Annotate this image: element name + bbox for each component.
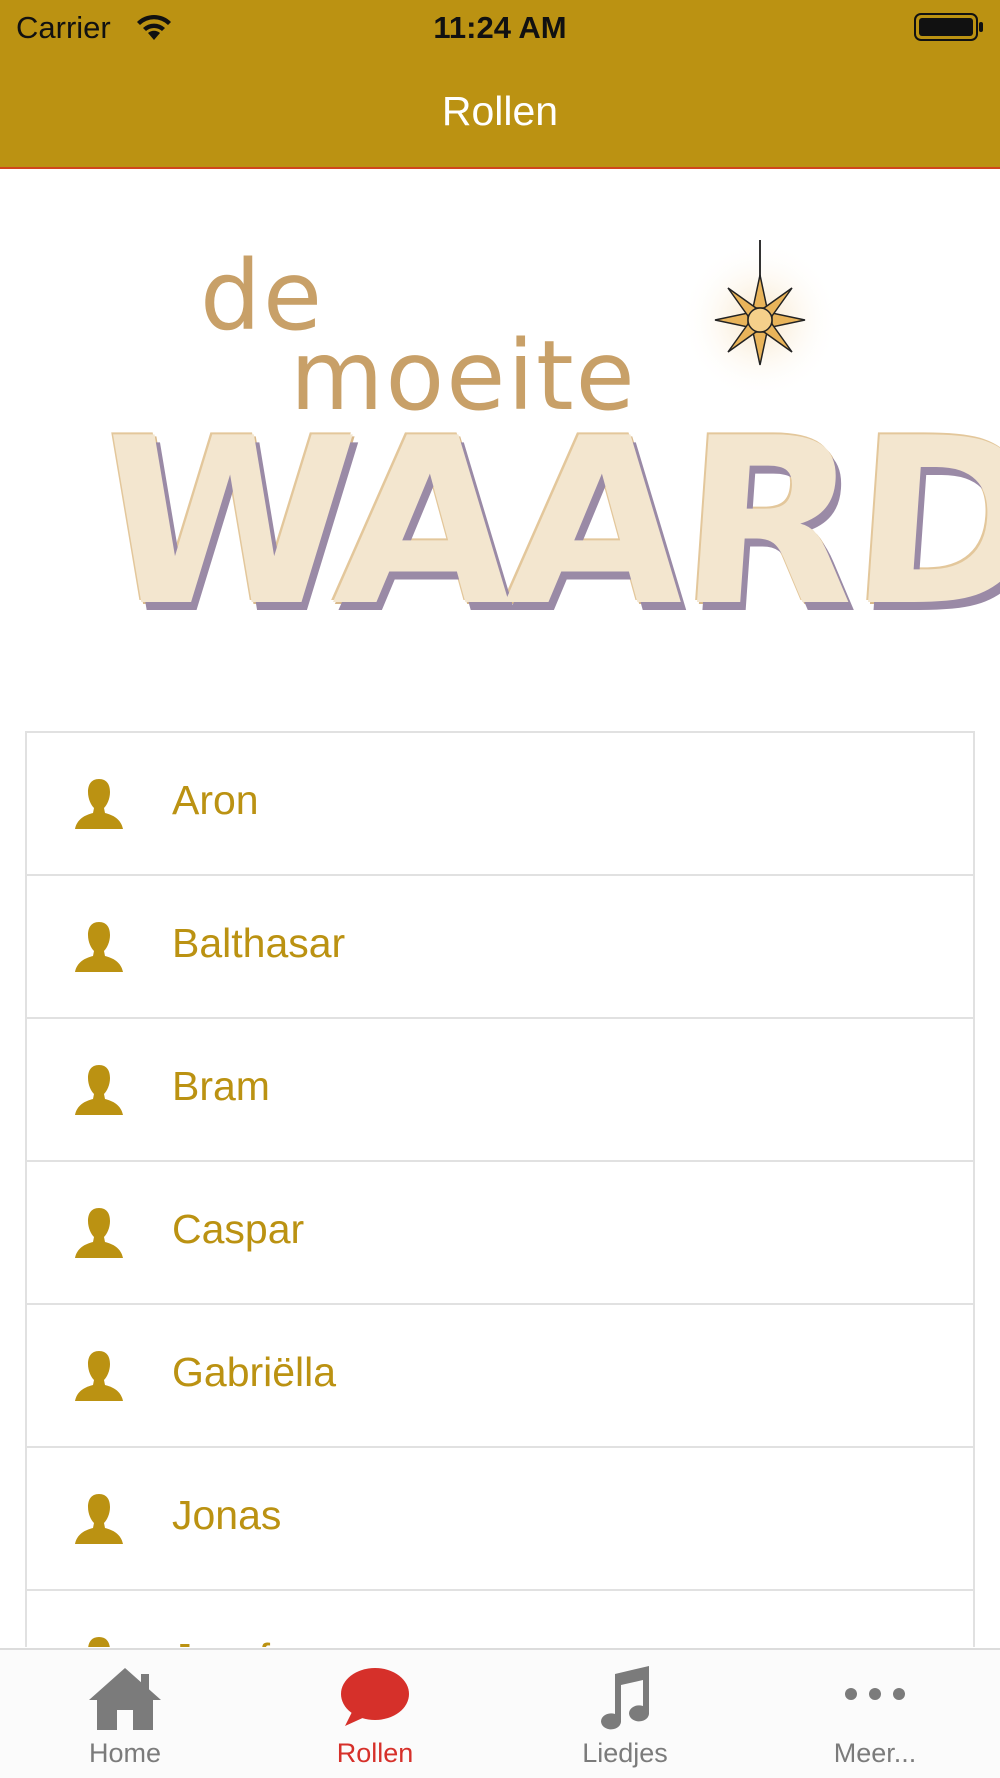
role-row[interactable]: Jonas — [27, 1448, 973, 1591]
star-icon — [680, 240, 840, 390]
role-name: Bram — [172, 1063, 270, 1109]
tab-home[interactable]: Home — [0, 1650, 250, 1778]
status-bar: Carrier 11:24 AM — [0, 0, 1000, 56]
person-icon — [71, 775, 127, 831]
home-icon — [89, 1668, 161, 1730]
role-name: Aron — [172, 777, 259, 823]
person-icon — [71, 1490, 127, 1546]
role-name: Jonas — [172, 1492, 282, 1538]
roles-list[interactable]: Aron Balthasar Bram Caspar Gabriëlla Jonas Joz… — [25, 731, 975, 1647]
tab-liedjes-label: Liedjes — [582, 1738, 668, 1768]
person-icon — [71, 918, 127, 974]
person-icon — [71, 1633, 127, 1647]
role-row[interactable]: Gabriëlla — [27, 1305, 973, 1448]
person-icon — [71, 1204, 127, 1260]
speech-bubble-icon — [341, 1668, 409, 1726]
tab-bar: Home Rollen Liedjes Meer... — [0, 1648, 1000, 1778]
person-icon — [71, 1061, 127, 1117]
tab-meer[interactable]: Meer... — [750, 1650, 1000, 1778]
navigation-header: Carrier 11:24 AM Rollen — [0, 0, 1000, 169]
page-title: Rollen — [441, 88, 559, 134]
role-row[interactable]: Jozef — [27, 1591, 973, 1647]
app-logo: de moeite WAARD! — [90, 240, 1000, 670]
logo-line-waard: WAARD! — [90, 390, 1000, 657]
role-row[interactable]: Caspar — [27, 1162, 973, 1305]
tab-home-label: Home — [88, 1738, 162, 1768]
role-row[interactable]: Balthasar — [27, 876, 973, 1019]
role-name: Caspar — [172, 1206, 305, 1252]
person-icon — [71, 1347, 127, 1403]
tab-rollen[interactable]: Rollen — [250, 1650, 500, 1778]
tab-liedjes[interactable]: Liedjes — [500, 1650, 750, 1778]
role-name: Jozef — [172, 1635, 270, 1647]
tab-rollen-label: Rollen — [336, 1738, 414, 1768]
role-row[interactable]: Bram — [27, 1019, 973, 1162]
status-time: 11:24 AM — [433, 10, 567, 45]
music-note-icon — [601, 1666, 649, 1730]
role-name: Balthasar — [172, 920, 346, 966]
role-row[interactable]: Aron — [27, 733, 973, 876]
tab-meer-label: Meer... — [833, 1738, 917, 1768]
role-name: Gabriëlla — [172, 1349, 337, 1395]
battery-icon — [914, 13, 983, 41]
more-icon — [845, 1688, 905, 1700]
